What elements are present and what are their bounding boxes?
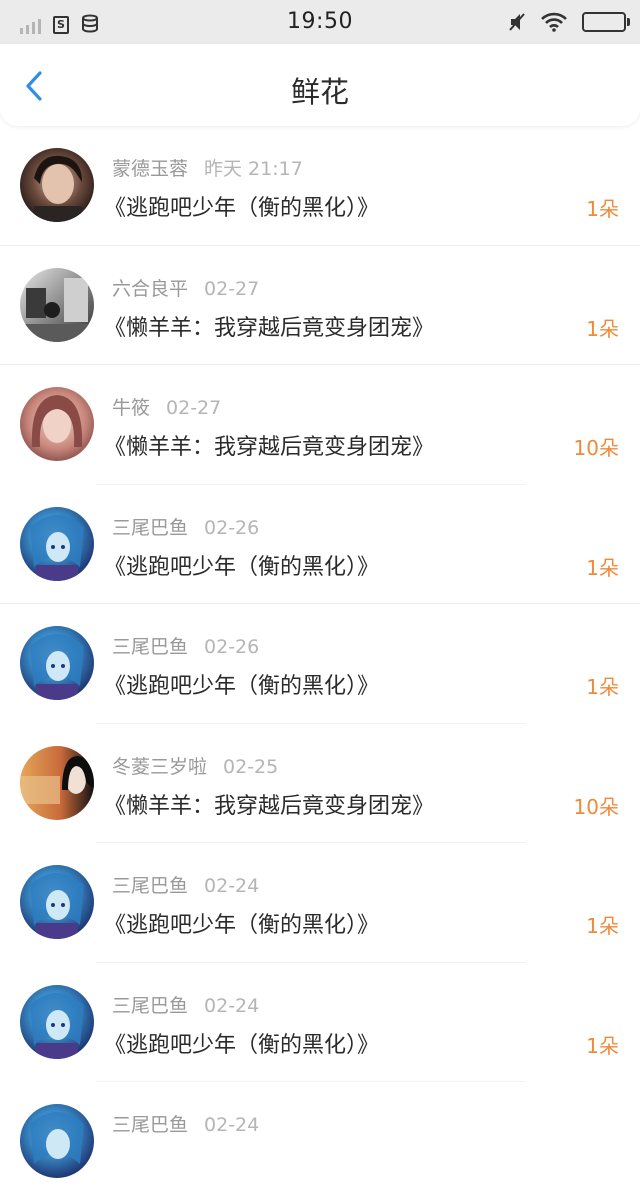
flower-count: 1朵	[586, 197, 619, 221]
battery-icon	[582, 12, 630, 32]
book-title[interactable]: 《逃跑吧少年（衡的黑化）》	[104, 190, 379, 222]
avatar[interactable]	[20, 626, 94, 700]
avatar[interactable]	[20, 984, 94, 1059]
flower-count: 10朵	[573, 794, 619, 819]
post-date: 02-25	[223, 755, 279, 778]
item-meta: 牛筱 02-27	[112, 393, 221, 420]
item-meta: 六合良平 02-27	[112, 274, 259, 301]
avatar[interactable]	[20, 387, 94, 461]
status-bar: S 19:50	[0, 0, 640, 44]
status-right	[508, 10, 630, 34]
avatar[interactable]	[20, 506, 94, 581]
user-name[interactable]: 六合良平	[112, 278, 188, 300]
flower-count: 1朵	[586, 675, 619, 699]
item-meta: 蒙德玉蓉 昨天 21:17	[112, 154, 303, 181]
item-meta: 冬菱三岁啦 02-25	[112, 752, 278, 779]
book-title[interactable]: 《逃跑吧少年（衡的黑化）》	[104, 668, 379, 700]
avatar[interactable]	[20, 148, 94, 222]
list-item[interactable]: 三尾巴鱼 02-24 《逃跑吧少年（衡的黑化）》 1朵	[0, 843, 640, 963]
user-name[interactable]: 冬菱三岁啦	[112, 756, 207, 778]
flower-count: 1朵	[586, 1033, 619, 1058]
list-item[interactable]: 蒙德玉蓉 昨天 21:17 《逃跑吧少年（衡的黑化）》 1朵	[0, 126, 640, 246]
user-name[interactable]: 蒙德玉蓉	[112, 158, 188, 180]
flower-count: 1朵	[586, 555, 619, 580]
item-meta: 三尾巴鱼 02-24	[112, 991, 259, 1018]
avatar[interactable]	[20, 1104, 94, 1178]
book-title[interactable]: 《逃跑吧少年（衡的黑化）》	[104, 907, 379, 939]
user-name[interactable]: 牛筱	[112, 397, 150, 419]
post-date: 02-26	[204, 636, 260, 658]
post-date: 02-24	[204, 1114, 260, 1136]
avatar[interactable]	[20, 865, 94, 939]
mute-icon	[509, 13, 525, 31]
flower-list: 蒙德玉蓉 昨天 21:17 《逃跑吧少年（衡的黑化）》 1朵 六合良平 02-27 …	[0, 126, 640, 1202]
post-date: 02-24	[204, 875, 260, 897]
post-date: 02-24	[204, 994, 260, 1017]
user-name[interactable]: 三尾巴鱼	[112, 875, 188, 897]
wifi-icon	[541, 12, 567, 32]
flower-count: 1朵	[586, 316, 619, 341]
book-title[interactable]: 《逃跑吧少年（衡的黑化）》	[104, 549, 379, 581]
book-title[interactable]: 《逃跑吧少年（衡的黑化）》	[104, 1027, 379, 1059]
list-item[interactable]: 三尾巴鱼 02-26 《逃跑吧少年（衡的黑化）》 1朵	[0, 485, 640, 604]
list-item[interactable]: 三尾巴鱼 02-26 《逃跑吧少年（衡的黑化）》 1朵	[0, 604, 640, 724]
list-item[interactable]: 三尾巴鱼 02-24 《逃跑吧少年（衡的黑化）》 1朵	[0, 963, 640, 1082]
post-date: 02-27	[166, 397, 222, 419]
book-title[interactable]: 《懒羊羊：我穿越后竟变身团宠》	[104, 788, 434, 820]
user-name[interactable]: 三尾巴鱼	[112, 995, 188, 1017]
page-title: 鲜花	[290, 75, 349, 109]
avatar[interactable]	[20, 267, 94, 342]
list-item[interactable]: 六合良平 02-27 《懒羊羊：我穿越后竟变身团宠》 1朵	[0, 246, 640, 365]
post-date: 02-26	[204, 516, 260, 539]
flower-count: 10朵	[573, 436, 619, 460]
book-title[interactable]: 《懒羊羊：我穿越后竟变身团宠》	[104, 429, 434, 461]
book-title[interactable]: 《懒羊羊：我穿越后竟变身团宠》	[104, 310, 434, 342]
nav-bar: 鲜花	[0, 44, 640, 126]
list-item[interactable]: 三尾巴鱼 02-24	[0, 1082, 640, 1202]
user-name[interactable]: 三尾巴鱼	[112, 636, 188, 658]
item-meta: 三尾巴鱼 02-24	[112, 1110, 259, 1137]
item-meta: 三尾巴鱼 02-26	[112, 632, 259, 659]
list-item[interactable]: 牛筱 02-27 《懒羊羊：我穿越后竟变身团宠》 10朵	[0, 365, 640, 485]
user-name[interactable]: 三尾巴鱼	[112, 517, 188, 539]
avatar[interactable]	[20, 745, 94, 820]
user-name[interactable]: 三尾巴鱼	[112, 1114, 188, 1136]
item-meta: 三尾巴鱼 02-24	[112, 871, 259, 898]
item-meta: 三尾巴鱼 02-26	[112, 513, 259, 540]
flower-count: 1朵	[586, 914, 619, 938]
list-item[interactable]: 冬菱三岁啦 02-25 《懒羊羊：我穿越后竟变身团宠》 10朵	[0, 724, 640, 843]
post-date: 02-27	[204, 277, 260, 300]
post-date: 昨天 21:17	[204, 158, 303, 180]
